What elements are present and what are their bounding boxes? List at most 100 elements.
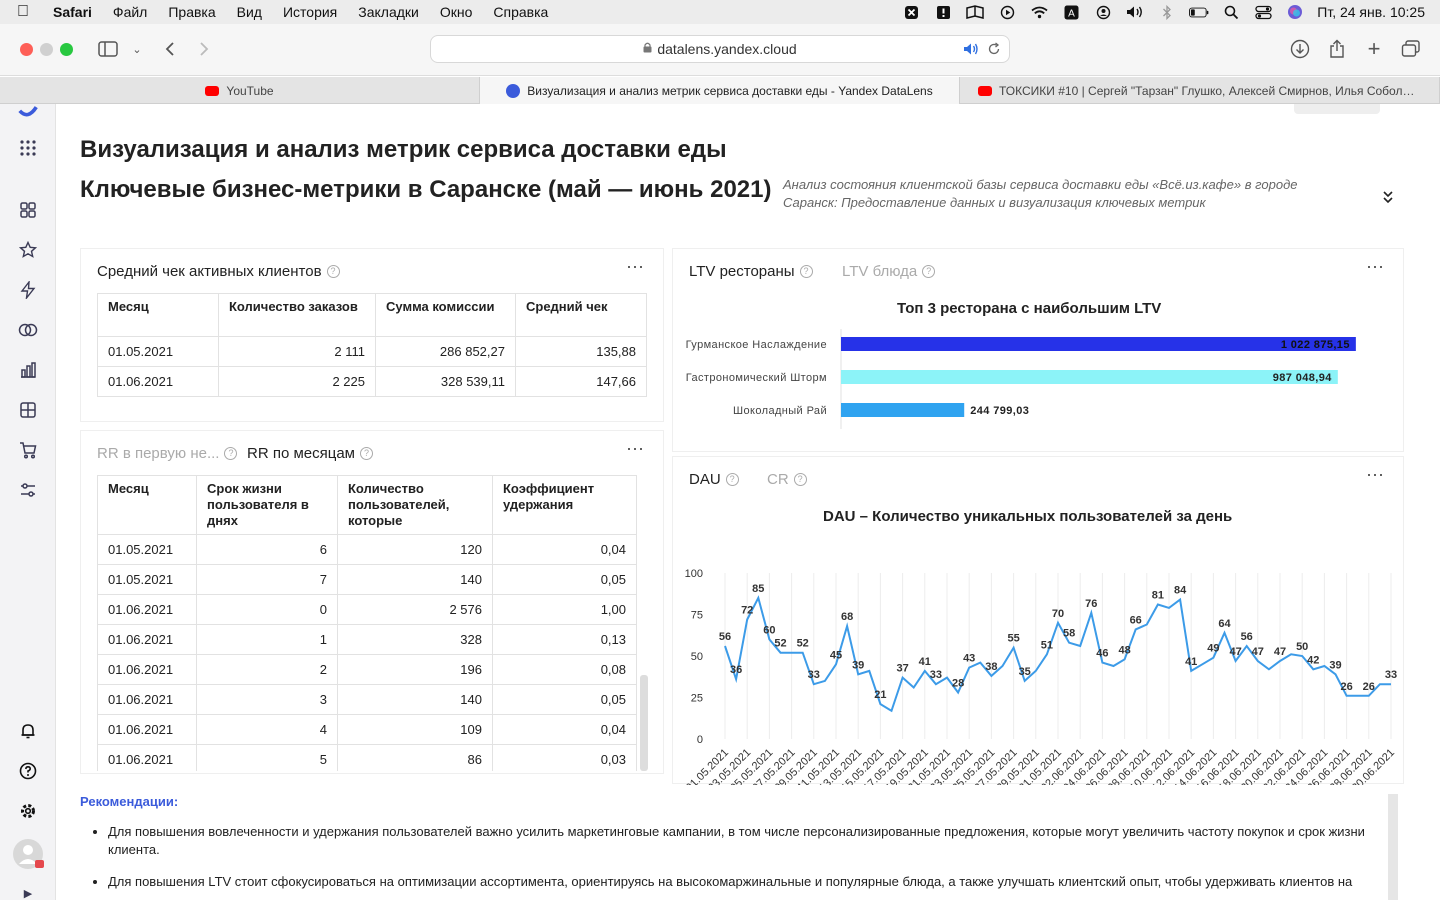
audio-playing-icon[interactable] (963, 42, 979, 59)
dau-data-label: 36 (730, 664, 742, 676)
expand-sidebar-icon[interactable]: ▶ (17, 882, 39, 904)
zoom-window-button[interactable] (60, 43, 73, 56)
charts-icon[interactable] (17, 359, 39, 381)
help-icon[interactable]: ? (360, 447, 373, 460)
menubar-clock[interactable]: Пт, 24 янв. 10:25 (1317, 4, 1425, 20)
column-header[interactable]: Количество пользователей, которые (337, 475, 493, 535)
control-center-icon[interactable] (1253, 4, 1273, 20)
minimize-window-button[interactable] (40, 43, 53, 56)
volume-icon[interactable] (1125, 4, 1145, 20)
help-icon[interactable]: ? (793, 473, 807, 486)
bluetooth-icon[interactable] (1157, 4, 1177, 20)
column-header[interactable]: Сумма комиссии (375, 293, 516, 337)
chevron-down-icon[interactable] (1382, 190, 1394, 207)
youtube-favicon-icon (205, 85, 220, 96)
apple-logo-icon[interactable]:  (17, 4, 37, 20)
status-play-icon[interactable] (997, 4, 1017, 20)
menu-file[interactable]: Файл (113, 4, 147, 20)
widget-menu-icon[interactable]: ⋯ (626, 257, 645, 278)
share-icon[interactable] (1326, 38, 1348, 60)
table-cell: 328 539,11 (375, 366, 516, 397)
help-icon[interactable]: ? (326, 265, 340, 278)
help-icon[interactable] (17, 760, 39, 782)
user-circle-icon[interactable] (1093, 4, 1113, 20)
siri-icon[interactable] (1285, 4, 1305, 20)
help-icon[interactable]: ? (922, 265, 936, 278)
notifications-bell-icon[interactable] (17, 720, 39, 742)
favorites-star-icon[interactable] (17, 239, 39, 261)
status-books-icon[interactable] (965, 4, 985, 20)
widget-menu-icon[interactable]: ⋯ (1366, 465, 1385, 486)
column-header[interactable]: Месяц (97, 293, 219, 337)
wifi-icon[interactable] (1029, 4, 1049, 20)
menu-app-name[interactable]: Safari (53, 4, 92, 20)
help-icon[interactable]: ? (725, 473, 739, 486)
reload-icon[interactable] (987, 42, 1001, 59)
datalens-logo-icon[interactable] (17, 98, 39, 120)
chevron-down-icon[interactable]: ⌄ (126, 38, 148, 60)
dau-data-label: 33 (808, 669, 820, 681)
tab-ltv-dishes[interactable]: LTV блюда? (842, 263, 936, 280)
back-arrow-icon[interactable] (159, 38, 181, 60)
rr-table-viewport[interactable]: Месяц Срок жизни пользователя в днях Кол… (97, 475, 637, 771)
apps-grid-icon[interactable] (17, 137, 39, 159)
menu-history[interactable]: История (283, 4, 337, 20)
download-icon[interactable] (1289, 38, 1311, 60)
sidebar-toggle-icon[interactable] (97, 38, 119, 60)
rr-table-scrollbar[interactable] (640, 675, 648, 771)
close-window-button[interactable] (20, 43, 33, 56)
status-x-icon[interactable] (901, 4, 921, 20)
dashboards-icon[interactable] (17, 399, 39, 421)
tab-youtube[interactable]: YouTube (0, 77, 480, 104)
menu-view[interactable]: Вид (237, 4, 262, 20)
help-icon[interactable]: ? (224, 447, 238, 460)
tab-dau[interactable]: DAU? (689, 471, 739, 488)
status-warning-icon[interactable] (933, 4, 953, 20)
tab-ltv-restaurants[interactable]: LTV рестораны? (689, 263, 813, 280)
dau-data-label: 51 (1041, 639, 1053, 651)
tab-overview-icon[interactable] (1400, 38, 1422, 60)
ltv-bar[interactable] (841, 370, 1338, 384)
tab-toksiki[interactable]: ТОКСИКИ #10 | Сергей "Тарзан" Глушко, Ал… (960, 77, 1440, 104)
address-bar[interactable]: datalens.yandex.cloud (430, 35, 1010, 63)
y-tick-label: 0 (697, 734, 703, 746)
widget-menu-icon[interactable]: ⋯ (626, 439, 645, 460)
settings-gear-icon[interactable] (17, 800, 39, 822)
recommendations-scrollbar[interactable] (1388, 794, 1398, 900)
tab-datalens[interactable]: Визуализация и анализ метрик сервиса дос… (480, 77, 960, 104)
table-cell: 01.05.2021 (97, 564, 197, 595)
table-row: 01.06.2021 0 2 576 1,00 (97, 594, 637, 625)
rr-table: Месяц Срок жизни пользователя в днях Кол… (97, 475, 637, 771)
settings-sliders-icon[interactable] (17, 479, 39, 501)
collections-icon[interactable] (17, 199, 39, 221)
battery-icon[interactable] (1189, 4, 1209, 20)
column-header[interactable]: Средний чек (515, 293, 647, 337)
tab-rr-by-month[interactable]: RR по месяцам? (247, 445, 373, 462)
column-header[interactable]: Количество заказов (218, 293, 376, 337)
column-header[interactable]: Месяц (97, 475, 197, 535)
tab-cr[interactable]: CR? (767, 471, 807, 488)
menu-bookmarks[interactable]: Закладки (358, 4, 419, 20)
top-clipped-button[interactable] (1294, 104, 1380, 114)
column-header[interactable]: Срок жизни пользователя в днях (196, 475, 338, 535)
keyboard-layout-icon[interactable]: A (1061, 4, 1081, 20)
connections-icon[interactable] (17, 319, 39, 341)
user-avatar[interactable] (12, 838, 44, 870)
widget-menu-icon[interactable]: ⋯ (1366, 257, 1385, 278)
menu-window[interactable]: Окно (440, 4, 473, 20)
ltv-bar[interactable] (841, 337, 1356, 351)
table-row: 01.06.2021 4 109 0,04 (97, 714, 637, 745)
lightning-icon[interactable] (17, 279, 39, 301)
forward-arrow-icon[interactable] (193, 38, 215, 60)
menu-help[interactable]: Справка (493, 4, 548, 20)
ltv-bar[interactable] (841, 403, 965, 417)
dau-data-label: 52 (797, 638, 809, 650)
column-header[interactable]: Коэффициент удержания (492, 475, 637, 535)
menu-edit[interactable]: Правка (168, 4, 215, 20)
spotlight-search-icon[interactable] (1221, 4, 1241, 20)
ltv-widget: LTV рестораны? LTV блюда? ⋯ Топ 3 рестор… (672, 248, 1404, 452)
help-icon[interactable]: ? (799, 265, 813, 278)
new-tab-icon[interactable]: + (1363, 36, 1385, 61)
cart-icon[interactable] (17, 439, 39, 461)
tab-rr-first-week[interactable]: RR в первую не...? (97, 445, 238, 462)
